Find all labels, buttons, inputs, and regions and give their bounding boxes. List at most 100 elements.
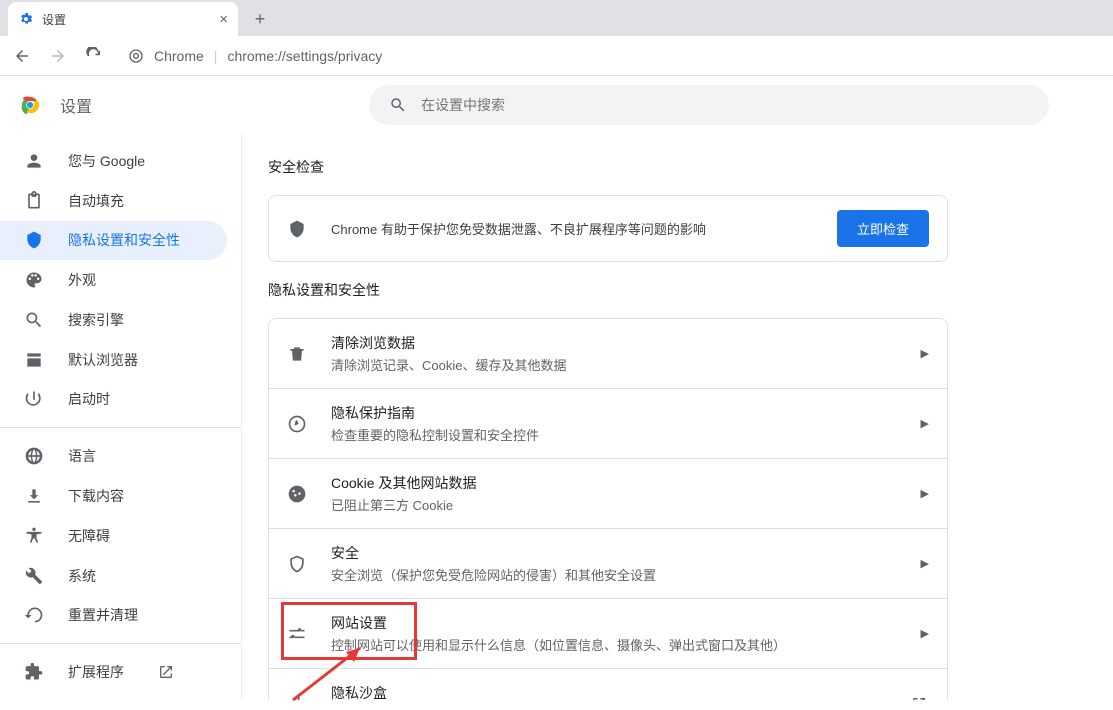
- chevron-right-icon: ▶: [921, 347, 929, 360]
- omnibox-url: chrome://settings/privacy: [227, 48, 382, 64]
- trash-icon: [287, 344, 307, 364]
- row-title: Cookie 及其他网站数据: [331, 473, 897, 493]
- row-subtitle: 安全浏览（保护您免受危险网站的侵害）和其他安全设置: [331, 565, 897, 584]
- privacy-card: 清除浏览数据清除浏览记录、Cookie、缓存及其他数据 ▶ 隐私保护指南检查重要…: [268, 318, 948, 700]
- search-input[interactable]: [421, 97, 1029, 113]
- new-tab-button[interactable]: +: [246, 5, 274, 33]
- sidebar-label: 自动填充: [68, 191, 124, 211]
- section-title-safety: 安全检查: [268, 157, 948, 177]
- omnibox-app: Chrome: [154, 48, 204, 64]
- main-content: 安全检查 Chrome 有助于保护您免受数据泄露、不良扩展程序等问题的影响 立即…: [242, 133, 1113, 700]
- tab-strip: 设置 × +: [0, 0, 1113, 36]
- sidebar-item-autofill[interactable]: 自动填充: [0, 181, 227, 221]
- sidebar-item-privacy[interactable]: 隐私设置和安全性: [0, 221, 227, 261]
- row-title: 隐私保护指南: [331, 403, 897, 423]
- sidebar-item-system[interactable]: 系统: [0, 556, 227, 596]
- sidebar-item-appearance[interactable]: 外观: [0, 260, 227, 300]
- open-in-new-icon: [909, 694, 929, 701]
- row-clear-browsing-data[interactable]: 清除浏览数据清除浏览记录、Cookie、缓存及其他数据 ▶: [269, 319, 947, 389]
- tune-icon: [287, 624, 307, 644]
- search-icon: [24, 310, 44, 330]
- chevron-right-icon: ▶: [921, 417, 929, 430]
- sidebar-item-search-engine[interactable]: 搜索引擎: [0, 300, 227, 340]
- sidebar-label: 系统: [68, 566, 96, 586]
- chrome-logo-icon: [18, 93, 42, 117]
- row-subtitle: 清除浏览记录、Cookie、缓存及其他数据: [331, 355, 897, 374]
- compass-icon: [287, 414, 307, 434]
- forward-button[interactable]: [44, 42, 72, 70]
- settings-search[interactable]: [369, 85, 1049, 125]
- gear-icon: [18, 11, 34, 27]
- globe-icon: [24, 446, 44, 466]
- row-subtitle: 检查重要的隐私控制设置和安全控件: [331, 425, 897, 444]
- sidebar-item-on-startup[interactable]: 启动时: [0, 380, 227, 420]
- search-icon: [389, 96, 407, 114]
- sidebar-label: 默认浏览器: [68, 350, 138, 370]
- row-privacy-sandbox[interactable]: 隐私沙盒试用版功能已开启: [269, 669, 947, 700]
- sidebar: 您与 Google 自动填充 隐私设置和安全性 外观 搜索引擎 默认浏览器 启动…: [0, 133, 242, 700]
- sidebar-item-downloads[interactable]: 下载内容: [0, 476, 227, 516]
- sidebar-item-reset[interactable]: 重置并清理: [0, 595, 227, 635]
- row-site-settings[interactable]: 网站设置控制网站可以使用和显示什么信息（如位置信息、摄像头、弹出式窗口及其他） …: [269, 599, 947, 669]
- arrow-left-icon: [13, 47, 31, 65]
- chevron-right-icon: ▶: [921, 557, 929, 570]
- browser-toolbar: Chrome | chrome://settings/privacy: [0, 36, 1113, 76]
- restore-icon: [24, 605, 44, 625]
- sidebar-label: 扩展程序: [68, 662, 124, 682]
- flask-icon: [287, 694, 307, 701]
- shield-check-icon: [287, 219, 307, 239]
- divider: [0, 427, 241, 428]
- check-now-button[interactable]: 立即检查: [837, 210, 929, 247]
- chrome-icon: [128, 48, 144, 64]
- sidebar-label: 语言: [68, 446, 96, 466]
- safety-check-card: Chrome 有助于保护您免受数据泄露、不良扩展程序等问题的影响 立即检查: [268, 195, 948, 262]
- sidebar-label: 外观: [68, 270, 96, 290]
- divider: [0, 643, 241, 644]
- row-title: 清除浏览数据: [331, 333, 897, 353]
- chevron-right-icon: ▶: [921, 627, 929, 640]
- palette-icon: [24, 270, 44, 290]
- row-subtitle: 已阻止第三方 Cookie: [331, 495, 897, 514]
- power-icon: [24, 389, 44, 409]
- row-title: 网站设置: [331, 613, 897, 633]
- section-title-privacy: 隐私设置和安全性: [268, 280, 948, 300]
- arrow-right-icon: [49, 47, 67, 65]
- shield-outline-icon: [287, 554, 307, 574]
- person-icon: [24, 151, 44, 171]
- row-cookies[interactable]: Cookie 及其他网站数据已阻止第三方 Cookie ▶: [269, 459, 947, 529]
- sidebar-label: 无障碍: [68, 526, 110, 546]
- reload-icon: [85, 47, 103, 65]
- extension-icon: [24, 662, 44, 682]
- chevron-right-icon: ▶: [921, 487, 929, 500]
- sidebar-item-accessibility[interactable]: 无障碍: [0, 516, 227, 556]
- row-subtitle: 控制网站可以使用和显示什么信息（如位置信息、摄像头、弹出式窗口及其他）: [331, 635, 897, 654]
- row-title: 隐私沙盒: [331, 683, 885, 700]
- browser-tab[interactable]: 设置 ×: [8, 2, 238, 36]
- sidebar-item-you-and-google[interactable]: 您与 Google: [0, 141, 227, 181]
- sidebar-label: 搜索引擎: [68, 310, 124, 330]
- sidebar-label: 下载内容: [68, 486, 124, 506]
- open-in-new-icon: [156, 662, 176, 682]
- back-button[interactable]: [8, 42, 36, 70]
- sidebar-item-extensions[interactable]: 扩展程序: [0, 652, 227, 692]
- close-icon[interactable]: ×: [219, 11, 228, 28]
- page-title: 设置: [60, 93, 92, 117]
- tab-title: 设置: [42, 11, 66, 28]
- wrench-icon: [24, 566, 44, 586]
- accessibility-icon: [24, 526, 44, 546]
- safety-description: Chrome 有助于保护您免受数据泄露、不良扩展程序等问题的影响: [331, 219, 813, 238]
- sidebar-item-language[interactable]: 语言: [0, 436, 227, 476]
- sidebar-label: 重置并清理: [68, 605, 138, 625]
- row-privacy-guide[interactable]: 隐私保护指南检查重要的隐私控制设置和安全控件 ▶: [269, 389, 947, 459]
- download-icon: [24, 486, 44, 506]
- page-header: 设置: [0, 76, 1113, 133]
- sidebar-label: 您与 Google: [68, 151, 145, 171]
- browser-icon: [24, 350, 44, 370]
- reload-button[interactable]: [80, 42, 108, 70]
- cookie-icon: [287, 484, 307, 504]
- sidebar-label: 启动时: [68, 389, 110, 409]
- sidebar-item-default-browser[interactable]: 默认浏览器: [0, 340, 227, 380]
- address-bar[interactable]: Chrome | chrome://settings/privacy: [116, 41, 1105, 71]
- row-security[interactable]: 安全安全浏览（保护您免受危险网站的侵害）和其他安全设置 ▶: [269, 529, 947, 599]
- shield-icon: [24, 230, 44, 250]
